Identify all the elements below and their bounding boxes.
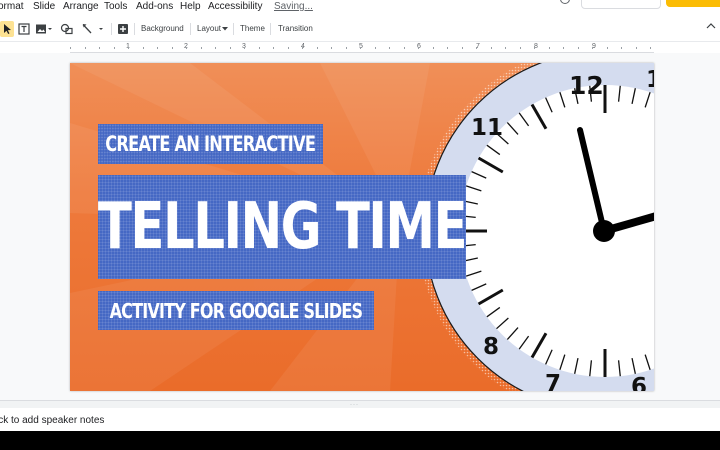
ruler-tick bbox=[374, 47, 376, 49]
toolbar: Background Layout Theme Transition bbox=[0, 17, 720, 42]
text-box-button[interactable] bbox=[17, 21, 31, 37]
title-line-2-text: Telling Time bbox=[97, 190, 468, 264]
select-arrow-icon bbox=[4, 24, 11, 34]
ruler-tick bbox=[447, 47, 448, 49]
share-button[interactable] bbox=[666, 0, 720, 7]
menu-help[interactable]: Help bbox=[180, 1, 201, 12]
ruler-tick bbox=[577, 47, 579, 49]
menu-slide[interactable]: Slide bbox=[33, 1, 55, 12]
ruler-tick bbox=[563, 47, 564, 49]
horizontal-ruler[interactable]: 1 2 3 4 5 6 7 8 9 bbox=[70, 43, 654, 53]
os-taskbar bbox=[0, 431, 720, 450]
version-history-icon[interactable] bbox=[560, 0, 570, 4]
ruler-tick bbox=[389, 47, 390, 49]
ruler-tick bbox=[650, 47, 651, 49]
select-tool-button[interactable] bbox=[0, 21, 14, 37]
ruler-tick bbox=[418, 47, 419, 49]
menu-accessibility[interactable]: Accessibility bbox=[208, 1, 262, 12]
clock-number-11: 11 bbox=[471, 115, 503, 141]
title-line-1-text: Create an Interactive bbox=[105, 132, 317, 156]
ruler-tick bbox=[345, 47, 347, 49]
menu-tools[interactable]: Tools bbox=[104, 1, 127, 12]
menu-bar: ormat Slide Arrange Tools Add-ons Help A… bbox=[0, 0, 720, 15]
clock-number-7: 7 bbox=[545, 371, 561, 391]
image-icon bbox=[36, 24, 52, 34]
clock-number-8: 8 bbox=[483, 334, 499, 360]
menu-format[interactable]: ormat bbox=[0, 1, 24, 12]
line-icon bbox=[82, 24, 103, 34]
toolbar-separator bbox=[111, 23, 112, 35]
chevron-down-icon bbox=[222, 27, 228, 31]
ruler-tick bbox=[258, 47, 260, 49]
ruler-tick bbox=[302, 47, 303, 49]
collapse-toolbar-icon[interactable] bbox=[706, 23, 716, 29]
clock-number-1: 1 bbox=[646, 67, 654, 93]
line-button[interactable] bbox=[80, 21, 108, 37]
clock-number-6: 6 bbox=[631, 374, 647, 391]
theme-button[interactable]: Theme bbox=[240, 21, 265, 37]
ruler-tick bbox=[606, 47, 608, 49]
save-status[interactable]: Saving... bbox=[274, 1, 313, 12]
ruler-tick bbox=[244, 47, 245, 49]
ruler-tick bbox=[273, 47, 274, 49]
toolbar-separator bbox=[270, 23, 271, 35]
present-button[interactable] bbox=[581, 0, 661, 9]
ruler-tick bbox=[534, 47, 535, 49]
title-line-3-text: Activity for Google Slides bbox=[109, 298, 363, 323]
toolbar-separator bbox=[134, 23, 135, 35]
ruler-tick bbox=[635, 47, 637, 49]
title-line-3[interactable]: Activity for Google Slides bbox=[98, 291, 374, 330]
ruler-tick bbox=[200, 47, 202, 49]
ruler-tick bbox=[287, 47, 289, 49]
ruler-tick bbox=[505, 47, 506, 49]
new-slide-plus-icon bbox=[118, 24, 128, 34]
ruler-tick bbox=[99, 47, 100, 49]
ruler-tick bbox=[128, 47, 129, 49]
clock-number-12: 12 bbox=[569, 71, 604, 100]
ruler-tick bbox=[331, 47, 332, 49]
ruler-tick bbox=[229, 47, 231, 49]
ruler-tick bbox=[316, 47, 318, 49]
clock-center bbox=[593, 220, 615, 242]
toolbar-separator bbox=[190, 23, 191, 35]
ruler-tick bbox=[403, 47, 405, 49]
ruler-tick bbox=[142, 47, 144, 49]
slide[interactable]: 12 11 1 8 7 6 Create an Interactive Tell… bbox=[70, 63, 654, 391]
speaker-notes-area[interactable]: ick to add speaker notes bbox=[0, 408, 720, 431]
menu-arrange[interactable]: Arrange bbox=[63, 1, 99, 12]
speaker-notes-placeholder: ick to add speaker notes bbox=[0, 415, 105, 426]
ruler-tick bbox=[84, 47, 86, 49]
background-button[interactable]: Background bbox=[141, 21, 184, 37]
ruler-tick bbox=[476, 47, 477, 49]
ruler-tick bbox=[490, 47, 492, 49]
text-box-icon bbox=[18, 23, 30, 35]
title-line-2[interactable]: Telling Time bbox=[97, 175, 468, 279]
new-slide-button[interactable] bbox=[116, 21, 130, 37]
ruler-tick bbox=[519, 47, 521, 49]
ruler-tick bbox=[171, 47, 173, 49]
ruler-tick bbox=[157, 47, 158, 49]
menu-addons[interactable]: Add-ons bbox=[136, 1, 173, 12]
insert-image-button[interactable] bbox=[34, 21, 54, 37]
shape-button[interactable] bbox=[59, 21, 75, 37]
ruler-tick bbox=[215, 47, 216, 49]
shape-icon bbox=[60, 23, 73, 35]
toolbar-separator bbox=[233, 23, 234, 35]
ruler-tick bbox=[70, 47, 71, 49]
drag-handle-icon: ··· bbox=[350, 402, 359, 408]
layout-button[interactable]: Layout bbox=[197, 21, 221, 37]
ruler-tick bbox=[592, 47, 593, 49]
ruler-tick bbox=[113, 47, 115, 49]
ruler-tick bbox=[461, 47, 463, 49]
ruler-tick bbox=[186, 47, 187, 49]
ruler-tick bbox=[432, 47, 434, 49]
ruler-tick bbox=[360, 47, 361, 49]
ruler-tick bbox=[621, 47, 622, 49]
ruler-tick bbox=[548, 47, 550, 49]
title-line-1[interactable]: Create an Interactive bbox=[98, 124, 323, 164]
transition-button[interactable]: Transition bbox=[278, 21, 313, 37]
